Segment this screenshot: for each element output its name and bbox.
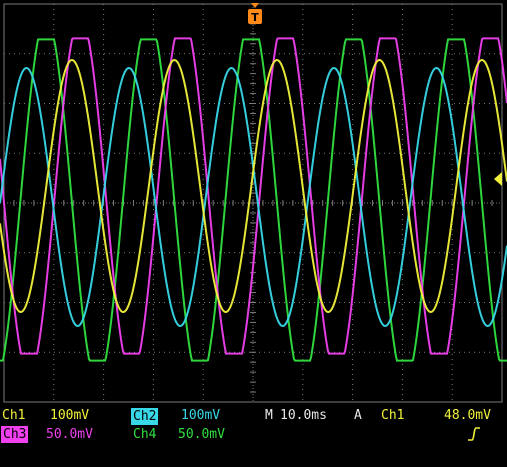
ch2-badge[interactable]: Ch2 xyxy=(131,408,159,425)
trigger-marker-label: T xyxy=(251,11,259,24)
timebase-prefix: M xyxy=(265,408,273,423)
ch4-scale: 50.0mV xyxy=(178,427,225,442)
ch2-scale: 100mV xyxy=(181,408,221,423)
trigger-level[interactable]: 48.0mV xyxy=(444,407,491,425)
trigger-mode: A xyxy=(354,408,362,423)
timebase-value[interactable]: 10.0ms xyxy=(280,407,327,425)
oscilloscope-screen: T Ch1 100mV Ch2 100mV M 10.0ms A Ch1 48.… xyxy=(0,0,507,445)
ch4-label[interactable]: Ch4 xyxy=(133,426,156,444)
ch1-scale: 100mV xyxy=(50,408,90,423)
waveform-display: T xyxy=(0,0,507,405)
ch3-scale: 50.0mV xyxy=(46,427,93,442)
ch1-label[interactable]: Ch1 xyxy=(2,407,25,425)
ch3-badge[interactable]: Ch3 xyxy=(1,426,29,443)
status-bar: Ch1 100mV Ch2 100mV M 10.0ms A Ch1 48.0m… xyxy=(0,405,507,445)
trigger-source[interactable]: Ch1 xyxy=(381,407,404,425)
